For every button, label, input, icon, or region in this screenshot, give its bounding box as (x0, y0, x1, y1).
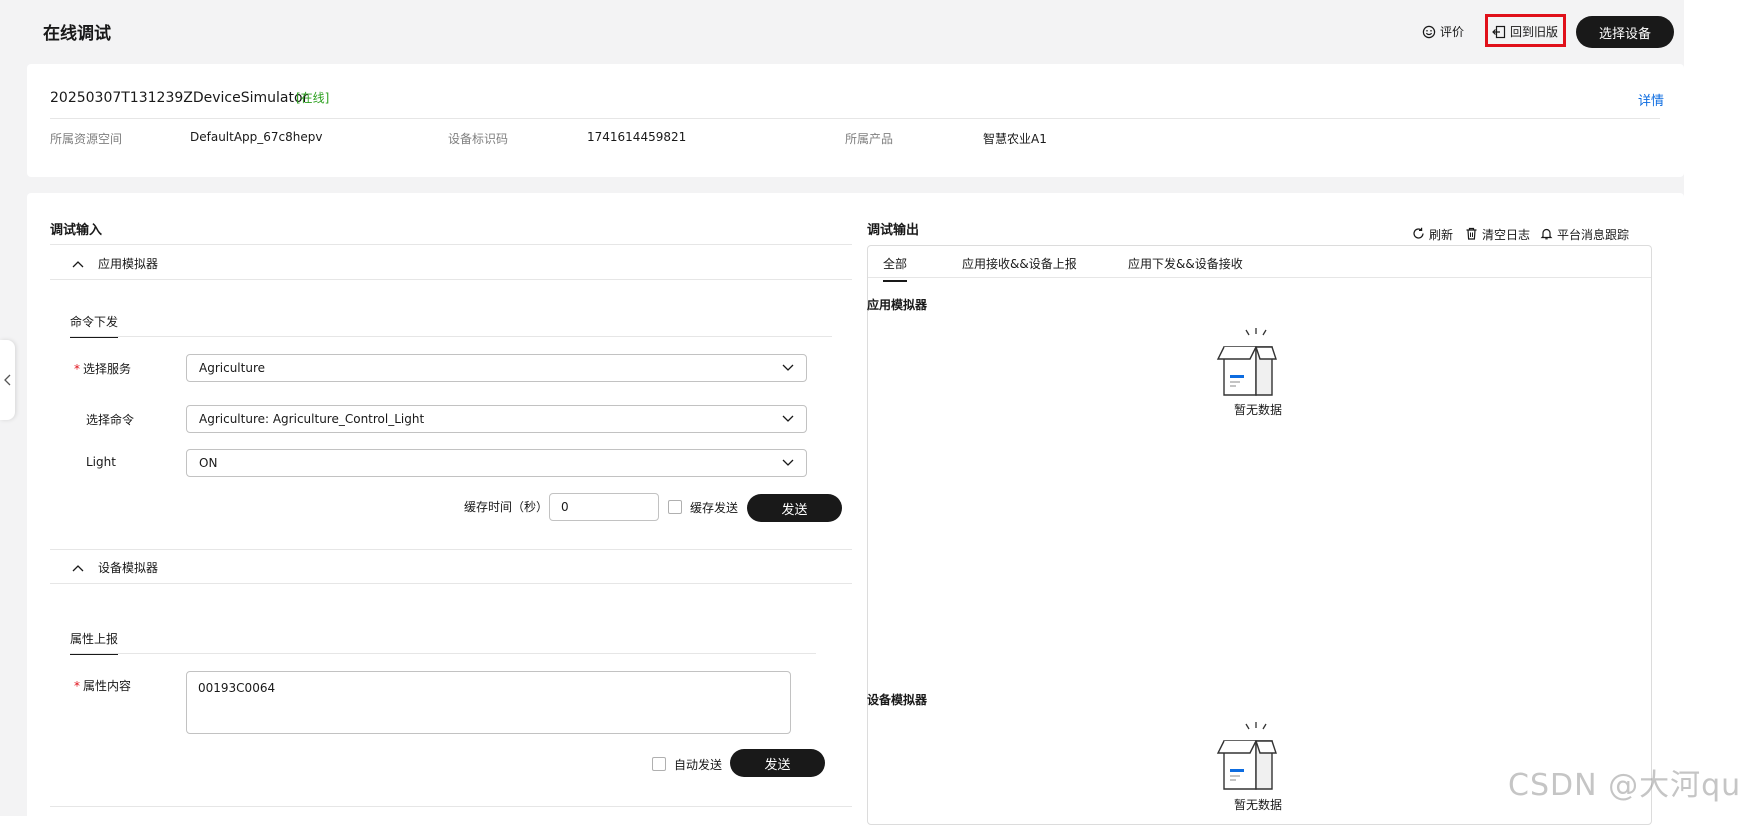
message-trace-button[interactable]: 平台消息跟踪 (1540, 226, 1629, 243)
property-content-label-text: 属性内容 (83, 679, 132, 693)
device-simulator-toggle[interactable]: 设备模拟器 (72, 559, 158, 576)
light-select[interactable]: ON (186, 449, 807, 477)
back-to-old-version-label: 回到旧版 (1510, 25, 1559, 39)
refresh-button[interactable]: 刷新 (1412, 226, 1453, 243)
service-select[interactable]: Agriculture (186, 354, 807, 382)
service-label: * 选择服务 (74, 360, 131, 377)
subtab-divider (70, 653, 816, 654)
device-info-card (27, 64, 1684, 177)
send-command-button[interactable]: 发送 (747, 494, 842, 522)
cache-time-label: 缓存时间（秒） (464, 500, 549, 514)
cache-send-label: 缓存发送 (690, 501, 739, 515)
detail-link[interactable]: 详情 (1638, 90, 1664, 109)
chevron-up-icon (72, 561, 84, 575)
rate-label: 评价 (1440, 25, 1465, 39)
smile-icon (1422, 25, 1436, 39)
command-label: 选择命令 (86, 413, 135, 427)
command-select-value: Agriculture: Agriculture_Control_Light (199, 412, 425, 426)
chevron-down-icon (782, 412, 794, 426)
cache-send-checkbox[interactable] (668, 500, 682, 514)
section-divider (50, 549, 852, 550)
send-property-button[interactable]: 发送 (730, 749, 825, 777)
output-app-section-title: 应用模拟器 (867, 298, 928, 312)
chevron-up-icon (72, 257, 84, 271)
auto-send-label: 自动发送 (674, 758, 723, 772)
output-device-section-title: 设备模拟器 (867, 693, 928, 707)
empty-text-app: 暂无数据 (1233, 403, 1282, 417)
chevron-down-icon (782, 361, 794, 375)
chevron-down-icon (782, 456, 794, 470)
light-select-value: ON (199, 456, 218, 470)
auto-send-checkbox[interactable] (652, 757, 666, 771)
property-content-label: * 属性内容 (74, 677, 131, 694)
required-mark: * (74, 679, 80, 693)
bell-icon (1540, 227, 1553, 243)
select-device-button[interactable]: 选择设备 (1576, 16, 1674, 48)
property-content-textarea[interactable]: 00193C0064 (186, 671, 791, 734)
meta-value-resource-space: DefaultApp_67c8hepv (190, 130, 323, 144)
empty-box-icon (1216, 720, 1296, 796)
meta-value-device-id: 1741614459821 (587, 130, 687, 144)
cache-time-input[interactable] (549, 493, 659, 521)
output-tabs-divider (868, 277, 1651, 278)
empty-text-device: 暂无数据 (1233, 798, 1282, 812)
meta-label-product: 所属产品 (845, 132, 894, 146)
service-label-text: 选择服务 (83, 362, 132, 376)
back-to-old-version-button[interactable]: 回到旧版 (1492, 23, 1558, 40)
tab-app-send-device-receive[interactable]: 应用下发&&设备接收 (1128, 255, 1243, 272)
app-simulator-divider (50, 279, 852, 280)
input-title-divider (50, 244, 852, 245)
clear-log-button[interactable]: 清空日志 (1465, 226, 1530, 243)
refresh-icon (1412, 227, 1425, 243)
trash-icon (1465, 227, 1478, 243)
meta-label-resource-space: 所属资源空间 (50, 132, 123, 146)
tab-app-receive-device-report[interactable]: 应用接收&&设备上报 (962, 255, 1077, 272)
message-trace-label: 平台消息跟踪 (1557, 228, 1630, 242)
watermark: CSDN @大河qu (1508, 768, 1742, 803)
debug-output-title: 调试输出 (867, 223, 920, 238)
tab-command-send[interactable]: 命令下发 (70, 313, 119, 338)
device-name: 20250307T131239ZDeviceSimulator (50, 90, 309, 106)
command-select[interactable]: Agriculture: Agriculture_Control_Light (186, 405, 807, 433)
debug-input-title: 调试输入 (50, 223, 103, 238)
tab-property-report[interactable]: 属性上报 (70, 630, 119, 655)
meta-value-product: 智慧农业A1 (983, 132, 1047, 146)
exit-icon (1492, 25, 1506, 39)
clear-log-label: 清空日志 (1482, 228, 1531, 242)
chevron-left-icon (4, 371, 11, 390)
subtab-divider (70, 336, 832, 337)
service-select-value: Agriculture (199, 361, 265, 375)
empty-box-icon (1216, 326, 1296, 402)
light-label: Light (86, 455, 116, 469)
section-divider (50, 806, 852, 807)
app-simulator-label: 应用模拟器 (98, 257, 159, 271)
device-simulator-label: 设备模拟器 (98, 561, 159, 575)
meta-label-device-id: 设备标识码 (448, 132, 509, 146)
device-simulator-divider (50, 583, 852, 584)
refresh-label: 刷新 (1429, 228, 1454, 242)
app-simulator-toggle[interactable]: 应用模拟器 (72, 255, 158, 272)
card-divider (50, 118, 1660, 119)
rate-button[interactable]: 评价 (1422, 23, 1464, 40)
status-badge: [在线] (296, 91, 330, 105)
required-mark: * (74, 362, 80, 376)
sidebar-expand-handle[interactable] (0, 340, 15, 420)
page-title: 在线调试 (43, 24, 111, 44)
